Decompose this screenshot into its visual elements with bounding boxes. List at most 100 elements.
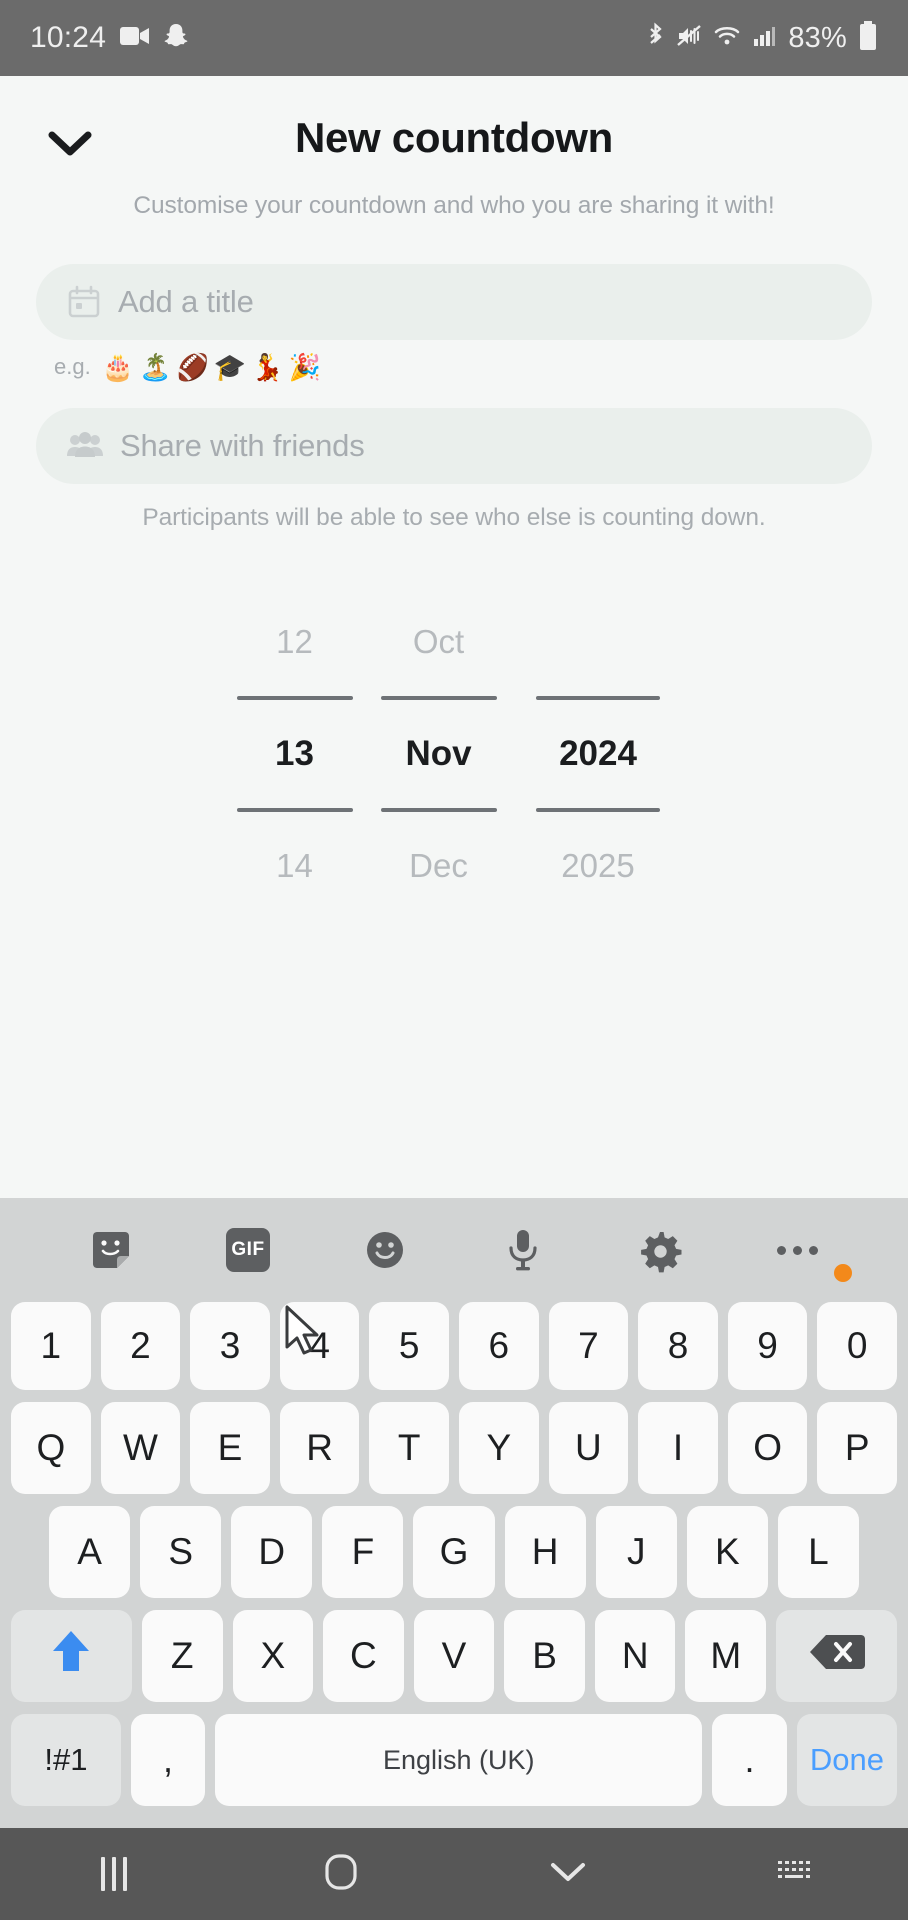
keyboard-toolbar: GIF xyxy=(0,1198,908,1302)
key-o[interactable]: O xyxy=(727,1402,808,1494)
month-selected[interactable]: Nov xyxy=(367,700,511,808)
date-picker-month-column[interactable]: Oct Nov Dec xyxy=(367,588,511,920)
status-time: 10:24 xyxy=(30,21,107,54)
key-q[interactable]: Q xyxy=(11,1402,91,1494)
done-key[interactable]: Done xyxy=(796,1714,898,1806)
sticker-icon[interactable] xyxy=(42,1226,179,1274)
key-k[interactable]: K xyxy=(686,1506,768,1598)
emoji-football: 🏈 xyxy=(176,352,209,382)
key-y[interactable]: Y xyxy=(459,1402,539,1494)
key-i[interactable]: I xyxy=(638,1402,718,1494)
key-4[interactable]: 4 xyxy=(279,1302,360,1390)
year-previous[interactable] xyxy=(511,588,686,696)
emoji-smiley-icon[interactable] xyxy=(317,1227,454,1273)
key-n[interactable]: N xyxy=(594,1610,676,1702)
calendar-icon xyxy=(66,284,102,320)
chevron-down-icon xyxy=(548,1859,588,1890)
key-0[interactable]: 0 xyxy=(817,1302,897,1390)
android-navigation-bar xyxy=(0,1828,908,1920)
key-j[interactable]: J xyxy=(595,1506,677,1598)
key-6[interactable]: 6 xyxy=(459,1302,539,1390)
mute-vibrate-icon xyxy=(677,23,703,54)
key-s[interactable]: S xyxy=(140,1506,222,1598)
keyboard-row-home: A S D F G H J K L xyxy=(0,1506,908,1598)
share-input-placeholder: Share with friends xyxy=(120,428,365,463)
day-previous[interactable]: 12 xyxy=(223,588,367,696)
key-b[interactable]: B xyxy=(504,1610,585,1702)
sheet-header: New countdown xyxy=(0,76,908,172)
date-picker: 12 13 14 Oct Nov Dec 2024 2025 xyxy=(0,588,908,920)
emoji-graduation-cap: 🎓 xyxy=(213,352,247,382)
key-9[interactable]: 9 xyxy=(727,1302,808,1390)
month-previous[interactable]: Oct xyxy=(367,588,511,696)
keyboard-switch-button[interactable] xyxy=(681,1857,908,1892)
battery-percent-label: 83% xyxy=(788,21,847,54)
share-with-friends-input[interactable]: Share with friends xyxy=(36,408,872,484)
day-next[interactable]: 14 xyxy=(223,812,367,920)
date-picker-year-column[interactable]: 2024 2025 xyxy=(511,588,686,920)
wifi-icon xyxy=(714,24,742,53)
keyboard-row-function: !#1 , English (UK) . Done xyxy=(0,1714,908,1806)
dismiss-keyboard-button[interactable] xyxy=(454,1859,681,1890)
recents-button[interactable] xyxy=(0,1857,227,1891)
key-p[interactable]: P xyxy=(817,1402,897,1494)
key-d[interactable]: D xyxy=(231,1506,313,1598)
on-screen-keyboard: GIF 1 2 3 4 5 6 7 8 9 0 Q W E R T Y U I … xyxy=(0,1198,908,1828)
key-f[interactable]: F xyxy=(322,1506,404,1598)
key-c[interactable]: C xyxy=(323,1610,404,1702)
key-t[interactable]: T xyxy=(369,1402,449,1494)
people-group-icon xyxy=(66,430,104,462)
key-w[interactable]: W xyxy=(100,1402,181,1494)
title-input[interactable]: Add a title xyxy=(36,264,872,340)
key-r[interactable]: R xyxy=(279,1402,360,1494)
key-m[interactable]: M xyxy=(685,1610,767,1702)
notification-badge xyxy=(833,1263,852,1282)
battery-icon xyxy=(858,20,878,56)
key-5[interactable]: 5 xyxy=(369,1302,449,1390)
new-countdown-sheet: New countdown Customise your countdown a… xyxy=(0,76,908,1198)
key-z[interactable]: Z xyxy=(141,1610,223,1702)
microphone-icon[interactable] xyxy=(454,1226,591,1274)
recents-icon xyxy=(100,1857,127,1891)
phone-screen: 10:24 83% New countdown Customise your c… xyxy=(0,0,908,1920)
key-a[interactable]: A xyxy=(49,1506,131,1598)
keyboard-row-bottom: Z X C V B N M xyxy=(0,1610,908,1702)
comma-key[interactable]: , xyxy=(130,1714,206,1806)
day-selected[interactable]: 13 xyxy=(223,700,367,808)
settings-gear-icon[interactable] xyxy=(591,1226,728,1274)
period-key[interactable]: . xyxy=(712,1714,787,1806)
key-e[interactable]: E xyxy=(190,1402,270,1494)
key-u[interactable]: U xyxy=(548,1402,629,1494)
key-x[interactable]: X xyxy=(232,1610,314,1702)
key-7[interactable]: 7 xyxy=(548,1302,629,1390)
chevron-down-icon[interactable] xyxy=(44,117,96,169)
key-l[interactable]: L xyxy=(777,1506,859,1598)
symbols-key[interactable]: !#1 xyxy=(11,1714,121,1806)
example-emojis-row: e.g. 🎂 🏝️ 🏈 🎓 💃 🎉 xyxy=(54,354,908,380)
more-options-icon[interactable] xyxy=(729,1245,866,1282)
key-2[interactable]: 2 xyxy=(100,1302,181,1390)
key-3[interactable]: 3 xyxy=(190,1302,270,1390)
sheet-subtitle: Customise your countdown and who you are… xyxy=(133,192,775,219)
key-h[interactable]: H xyxy=(504,1506,586,1598)
key-8[interactable]: 8 xyxy=(638,1302,718,1390)
emoji-island: 🏝️ xyxy=(139,352,172,382)
home-icon xyxy=(324,1853,358,1896)
month-next[interactable]: Dec xyxy=(367,812,511,920)
key-1[interactable]: 1 xyxy=(11,1302,91,1390)
status-bar-right: 83% xyxy=(645,20,878,56)
emoji-cake: 🎂 xyxy=(101,352,135,382)
key-g[interactable]: G xyxy=(413,1506,495,1598)
home-button[interactable] xyxy=(227,1853,454,1896)
backspace-key[interactable] xyxy=(776,1610,897,1702)
year-selected[interactable]: 2024 xyxy=(511,700,686,808)
gif-icon[interactable]: GIF xyxy=(179,1228,316,1272)
shift-key[interactable] xyxy=(11,1610,132,1702)
keyboard-switch-icon xyxy=(775,1857,815,1892)
keyboard-row-numbers: 1 2 3 4 5 6 7 8 9 0 xyxy=(0,1302,908,1390)
space-key[interactable]: English (UK) xyxy=(215,1714,703,1806)
year-next[interactable]: 2025 xyxy=(511,812,686,920)
date-picker-day-column[interactable]: 12 13 14 xyxy=(223,588,367,920)
key-v[interactable]: V xyxy=(413,1610,495,1702)
status-bar: 10:24 83% xyxy=(0,0,908,76)
